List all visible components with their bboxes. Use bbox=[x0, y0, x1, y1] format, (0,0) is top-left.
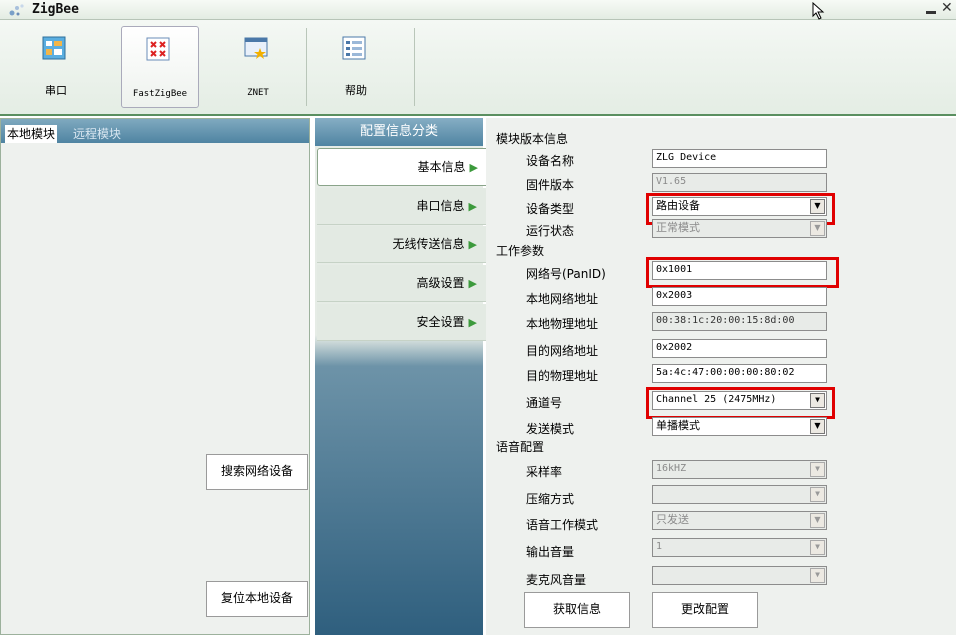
arrow-right-icon: ▶ bbox=[468, 200, 477, 213]
local-network-address-input[interactable]: 0x2003 bbox=[652, 287, 827, 306]
minimize-button[interactable] bbox=[925, 3, 937, 15]
select-value: 16kHZ bbox=[656, 463, 687, 474]
firmware-version-field: V1.65 bbox=[652, 173, 827, 192]
toolbar-label: FastZigBee bbox=[132, 89, 188, 99]
field-label: 通道号 bbox=[526, 396, 563, 410]
run-state-select: 正常模式 ▼ bbox=[652, 219, 827, 238]
app-icon bbox=[9, 4, 24, 16]
category-label: 基本信息 bbox=[417, 160, 466, 174]
dropdown-arrow-icon: ▼ bbox=[810, 513, 825, 528]
section-work-params: 工作参数 bbox=[496, 244, 545, 258]
field-label: 发送模式 bbox=[526, 422, 575, 436]
toolbar-button-znet[interactable]: ZNET bbox=[220, 26, 296, 106]
tab-remote-module[interactable]: 远程模块 bbox=[73, 125, 121, 142]
cursor-icon bbox=[812, 2, 825, 20]
toolbar-separator bbox=[306, 28, 307, 106]
field-label: 本地物理地址 bbox=[526, 317, 599, 331]
field-label: 压缩方式 bbox=[526, 492, 575, 506]
toolbar-button-serial[interactable]: 串口 bbox=[18, 26, 94, 106]
field-label: 采样率 bbox=[526, 465, 563, 479]
section-voice-config: 语音配置 bbox=[496, 440, 545, 454]
compression-select: ▼ bbox=[652, 485, 827, 504]
toolbar-button-help[interactable]: 帮助 bbox=[318, 26, 394, 106]
mic-volume-select: ▼ bbox=[652, 566, 827, 585]
dropdown-arrow-icon: ▼ bbox=[810, 540, 825, 555]
toolbar-separator bbox=[414, 28, 415, 106]
field-label: 语音工作模式 bbox=[526, 518, 599, 532]
title-bar: ZigBee ✕ bbox=[0, 0, 956, 20]
toolbar: 串口 FastZigBee ZNET 帮助 bbox=[0, 20, 956, 116]
field-label: 目的网络地址 bbox=[526, 344, 599, 358]
output-volume-select: 1 ▼ bbox=[652, 538, 827, 557]
sample-rate-select: 16kHZ ▼ bbox=[652, 460, 827, 479]
category-security-settings[interactable]: 安全设置 ▶ bbox=[317, 304, 491, 341]
category-label: 无线传送信息 bbox=[392, 237, 465, 251]
module-tabs: 本地模块 远程模块 bbox=[1, 119, 309, 143]
select-value: 正常模式 bbox=[656, 221, 700, 234]
config-detail-panel: 模块版本信息 设备名称 ZLG Device 固件版本 V1.65 设备类型 路… bbox=[486, 118, 956, 635]
category-advanced-settings[interactable]: 高级设置 ▶ bbox=[317, 265, 491, 302]
field-label: 麦克风音量 bbox=[526, 573, 587, 587]
select-value: 1 bbox=[656, 541, 663, 552]
field-label: 设备名称 bbox=[526, 154, 575, 168]
dropdown-arrow-icon: ▼ bbox=[810, 487, 825, 502]
serial-port-icon bbox=[42, 36, 66, 60]
dropdown-arrow-icon: ▼ bbox=[810, 462, 825, 477]
category-wireless-info[interactable]: 无线传送信息 ▶ bbox=[317, 226, 491, 263]
search-network-devices-button[interactable]: 搜索网络设备 bbox=[206, 454, 308, 490]
change-config-button[interactable]: 更改配置 bbox=[652, 592, 758, 628]
local-physical-address-field: 00:38:1c:20:00:15:8d:00 bbox=[652, 312, 827, 331]
get-info-button[interactable]: 获取信息 bbox=[524, 592, 630, 628]
toolbar-button-fastzigbee[interactable]: FastZigBee bbox=[121, 26, 199, 108]
dropdown-arrow-icon: ▼ bbox=[810, 568, 825, 583]
category-label: 串口信息 bbox=[416, 199, 465, 213]
arrow-right-icon: ▶ bbox=[468, 316, 477, 329]
category-label: 高级设置 bbox=[416, 276, 465, 290]
field-label: 固件版本 bbox=[526, 178, 575, 192]
highlight-box bbox=[646, 387, 835, 419]
close-button[interactable]: ✕ bbox=[941, 0, 956, 16]
dest-physical-address-input[interactable]: 5a:4c:47:00:00:00:80:02 bbox=[652, 364, 827, 383]
arrow-right-icon: ▶ bbox=[469, 161, 478, 174]
toolbar-label: 帮助 bbox=[345, 84, 367, 97]
category-serial-info[interactable]: 串口信息 ▶ bbox=[317, 188, 491, 225]
field-label: 本地网络地址 bbox=[526, 292, 599, 306]
category-label: 安全设置 bbox=[416, 315, 465, 329]
window-title: ZigBee bbox=[32, 2, 79, 17]
dest-network-address-input[interactable]: 0x2002 bbox=[652, 339, 827, 358]
arrow-right-icon: ▶ bbox=[468, 238, 477, 251]
highlight-box bbox=[646, 257, 839, 288]
help-icon bbox=[342, 36, 366, 60]
module-panel: 本地模块 远程模块 搜索网络设备 复位本地设备 bbox=[0, 118, 310, 635]
config-category-header: 配置信息分类 bbox=[315, 118, 483, 146]
section-module-version: 模块版本信息 bbox=[496, 132, 569, 146]
send-mode-select[interactable]: 单播模式 ▼ bbox=[652, 417, 827, 436]
dropdown-arrow-icon[interactable]: ▼ bbox=[810, 419, 825, 434]
field-label: 目的物理地址 bbox=[526, 369, 599, 383]
toolbar-label: ZNET bbox=[247, 88, 269, 98]
select-value: 只发送 bbox=[656, 513, 689, 526]
dropdown-arrow-icon: ▼ bbox=[810, 221, 825, 236]
arrow-right-icon: ▶ bbox=[468, 277, 477, 290]
field-label: 运行状态 bbox=[526, 224, 575, 238]
voice-work-mode-select: 只发送 ▼ bbox=[652, 511, 827, 530]
reset-local-device-button[interactable]: 复位本地设备 bbox=[206, 581, 308, 617]
znet-icon bbox=[244, 37, 268, 59]
config-category-panel: 配置信息分类 基本信息 ▶ 串口信息 ▶ 无线传送信息 ▶ 高级设置 ▶ 安全设置 ▶ bbox=[315, 118, 493, 635]
category-basic-info[interactable]: 基本信息 ▶ bbox=[317, 148, 493, 186]
field-label: 输出音量 bbox=[526, 545, 575, 559]
tab-local-module[interactable]: 本地模块 bbox=[5, 125, 58, 143]
fastzigbee-icon bbox=[146, 37, 170, 61]
field-label: 网络号(PanID) bbox=[526, 267, 606, 281]
device-name-input[interactable]: ZLG Device bbox=[652, 149, 827, 168]
toolbar-label: 串口 bbox=[45, 84, 67, 97]
select-value: 单播模式 bbox=[656, 419, 700, 432]
field-label: 设备类型 bbox=[526, 202, 575, 216]
